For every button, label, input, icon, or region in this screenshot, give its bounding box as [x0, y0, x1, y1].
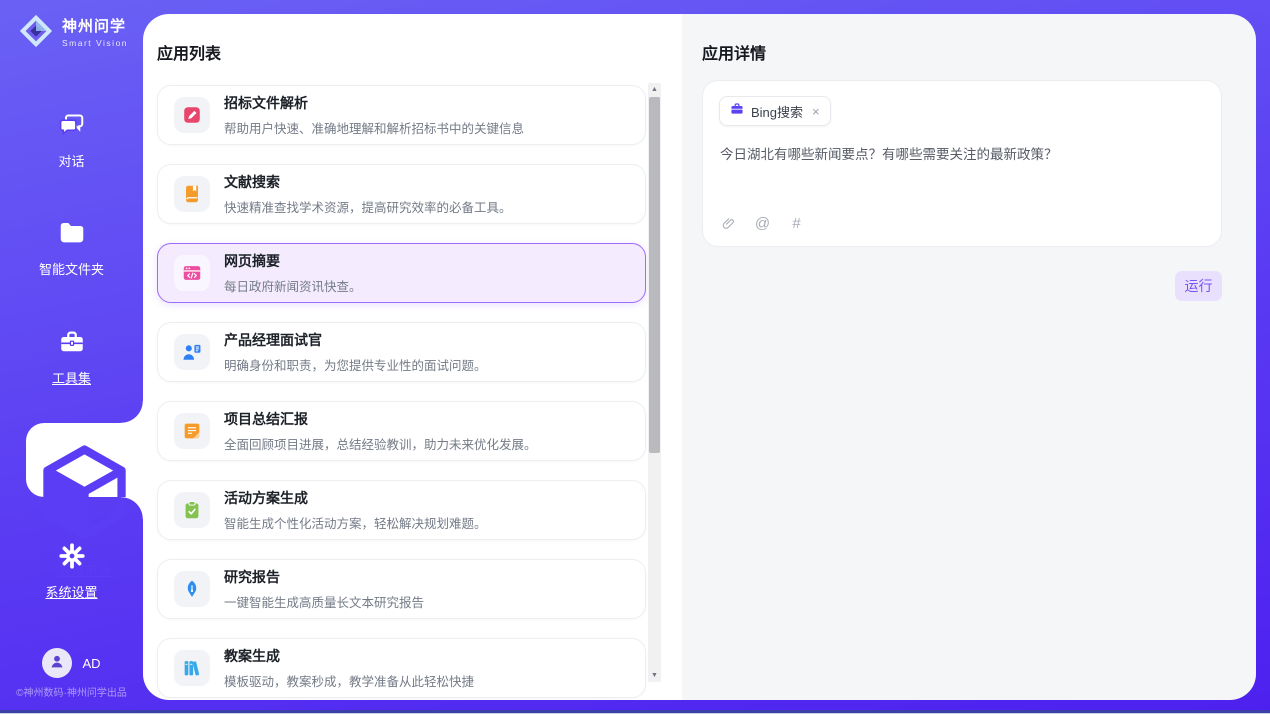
app-title: 项目总结汇报	[224, 409, 537, 429]
app-list-item[interactable]: 产品经理面试官 明确身份和职责，为您提供专业性的面试问题。	[157, 322, 646, 382]
app-window: 神州问学 Smart Vision 对话 智能文件夹 工具集 应用市场 系统设置	[0, 0, 1270, 714]
app-title: 招标文件解析	[224, 93, 524, 113]
sidebar-item-label: 工具集	[0, 368, 143, 387]
clipboard-check-icon	[174, 492, 210, 528]
sidebar-item-label: 智能文件夹	[0, 259, 143, 278]
briefcase-icon	[730, 102, 744, 121]
sidebar-item-chat[interactable]: 对话	[0, 110, 143, 170]
app-list-item[interactable]: 招标文件解析 帮助用户快速、准确地理解和解析招标书中的关键信息	[157, 85, 646, 145]
app-desc: 智能生成个性化活动方案，轻松解决规划难题。	[224, 513, 487, 532]
copyright-footer: ©神州数码·神州问学出品	[0, 684, 143, 699]
app-desc: 模板驱动，教案秒成，教学准备从此轻松快捷	[224, 671, 474, 690]
toolbox-icon	[57, 327, 87, 357]
sidebar-item-system-settings[interactable]: 系统设置	[0, 541, 143, 601]
composer-toolbar: @#	[720, 215, 805, 232]
list-scrollbar[interactable]	[648, 83, 661, 682]
user-label: AD	[82, 656, 100, 671]
app-desc: 快速精准查找学术资源，提高研究效率的必备工具。	[224, 197, 512, 216]
tool-chip-bing-search[interactable]: Bing搜索 ×	[719, 96, 831, 126]
app-title: 研究报告	[224, 567, 424, 587]
app-desc: 明确身份和职责，为您提供专业性的面试问题。	[224, 355, 487, 374]
sidebar-item-toolset[interactable]: 工具集	[0, 327, 143, 387]
app-list-panel: 应用列表 招标文件解析 帮助用户快速、准确地理解和解析招标书中的关键信息 文献搜…	[143, 14, 682, 700]
app-desc: 全面回顾项目进展，总结经验教训，助力未来优化发展。	[224, 434, 537, 453]
prompt-composer: Bing搜索 × 今日湖北有哪些新闻要点？有哪些需要关注的最新政策？ @#	[702, 80, 1222, 247]
pen-icon	[174, 571, 210, 607]
diamond-logo-icon	[18, 13, 54, 49]
user-icon	[47, 651, 67, 676]
brand-logo: 神州问学 Smart Vision	[18, 13, 128, 49]
app-list-item[interactable]: 活动方案生成 智能生成个性化活动方案，轻松解决规划难题。	[157, 480, 646, 540]
app-list-title: 应用列表	[157, 40, 221, 64]
tool-chip-label: Bing搜索	[751, 102, 803, 121]
folder-icon	[57, 218, 87, 248]
scrollbar-thumb[interactable]	[649, 97, 660, 453]
books-icon	[174, 650, 210, 686]
note-icon	[174, 413, 210, 449]
app-desc: 一键智能生成高质量长文本研究报告	[224, 592, 424, 611]
app-list-item[interactable]: 网页摘要 每日政府新闻资讯快查。	[157, 243, 646, 303]
app-list: 招标文件解析 帮助用户快速、准确地理解和解析招标书中的关键信息 文献搜索 快速精…	[157, 85, 646, 700]
sidebar-item-label: 对话	[0, 151, 143, 170]
hash-icon[interactable]: #	[788, 215, 805, 232]
scroll-up-icon[interactable]	[648, 83, 661, 96]
app-list-item[interactable]: 项目总结汇报 全面回顾项目进展，总结经验教训，助力未来优化发展。	[157, 401, 646, 461]
gear-icon	[57, 541, 87, 571]
browser-code-icon	[174, 255, 210, 291]
mention-icon[interactable]: @	[754, 215, 771, 232]
chat-icon	[57, 110, 87, 140]
brand-subtitle: Smart Vision	[62, 38, 128, 48]
app-desc: 帮助用户快速、准确地理解和解析招标书中的关键信息	[224, 118, 524, 137]
user-account[interactable]: AD	[0, 648, 143, 678]
app-title: 产品经理面试官	[224, 330, 487, 350]
sidebar: 神州问学 Smart Vision 对话 智能文件夹 工具集 应用市场 系统设置	[0, 0, 143, 714]
avatar	[42, 648, 72, 678]
close-icon[interactable]: ×	[812, 105, 820, 118]
scroll-down-icon[interactable]	[648, 669, 661, 682]
app-title: 网页摘要	[224, 251, 362, 271]
sidebar-item-smart-folder[interactable]: 智能文件夹	[0, 218, 143, 278]
app-title: 教案生成	[224, 646, 474, 666]
app-list-item[interactable]: 教案生成 模板驱动，教案秒成，教学准备从此轻松快捷	[157, 638, 646, 698]
run-button[interactable]: 运行	[1175, 271, 1222, 301]
interviewer-icon	[174, 334, 210, 370]
prompt-input[interactable]: 今日湖北有哪些新闻要点？有哪些需要关注的最新政策？	[720, 145, 1204, 165]
book-icon	[174, 176, 210, 212]
app-list-item[interactable]: 研究报告 一键智能生成高质量长文本研究报告	[157, 559, 646, 619]
brand-name: 神州问学	[62, 15, 128, 36]
app-detail-title: 应用详情	[702, 40, 766, 64]
app-desc: 每日政府新闻资讯快查。	[224, 276, 362, 295]
app-title: 活动方案生成	[224, 488, 487, 508]
sidebar-item-app-market[interactable]: 应用市场	[26, 423, 143, 497]
document-edit-icon	[174, 97, 210, 133]
sidebar-item-label: 系统设置	[0, 582, 143, 601]
app-list-item[interactable]: 文献搜索 快速精准查找学术资源，提高研究效率的必备工具。	[157, 164, 646, 224]
app-detail-panel: 应用详情 Bing搜索 × 今日湖北有哪些新闻要点？有哪些需要关注的最新政策？ …	[682, 14, 1256, 700]
app-title: 文献搜索	[224, 172, 512, 192]
attachment-icon[interactable]	[720, 215, 737, 232]
